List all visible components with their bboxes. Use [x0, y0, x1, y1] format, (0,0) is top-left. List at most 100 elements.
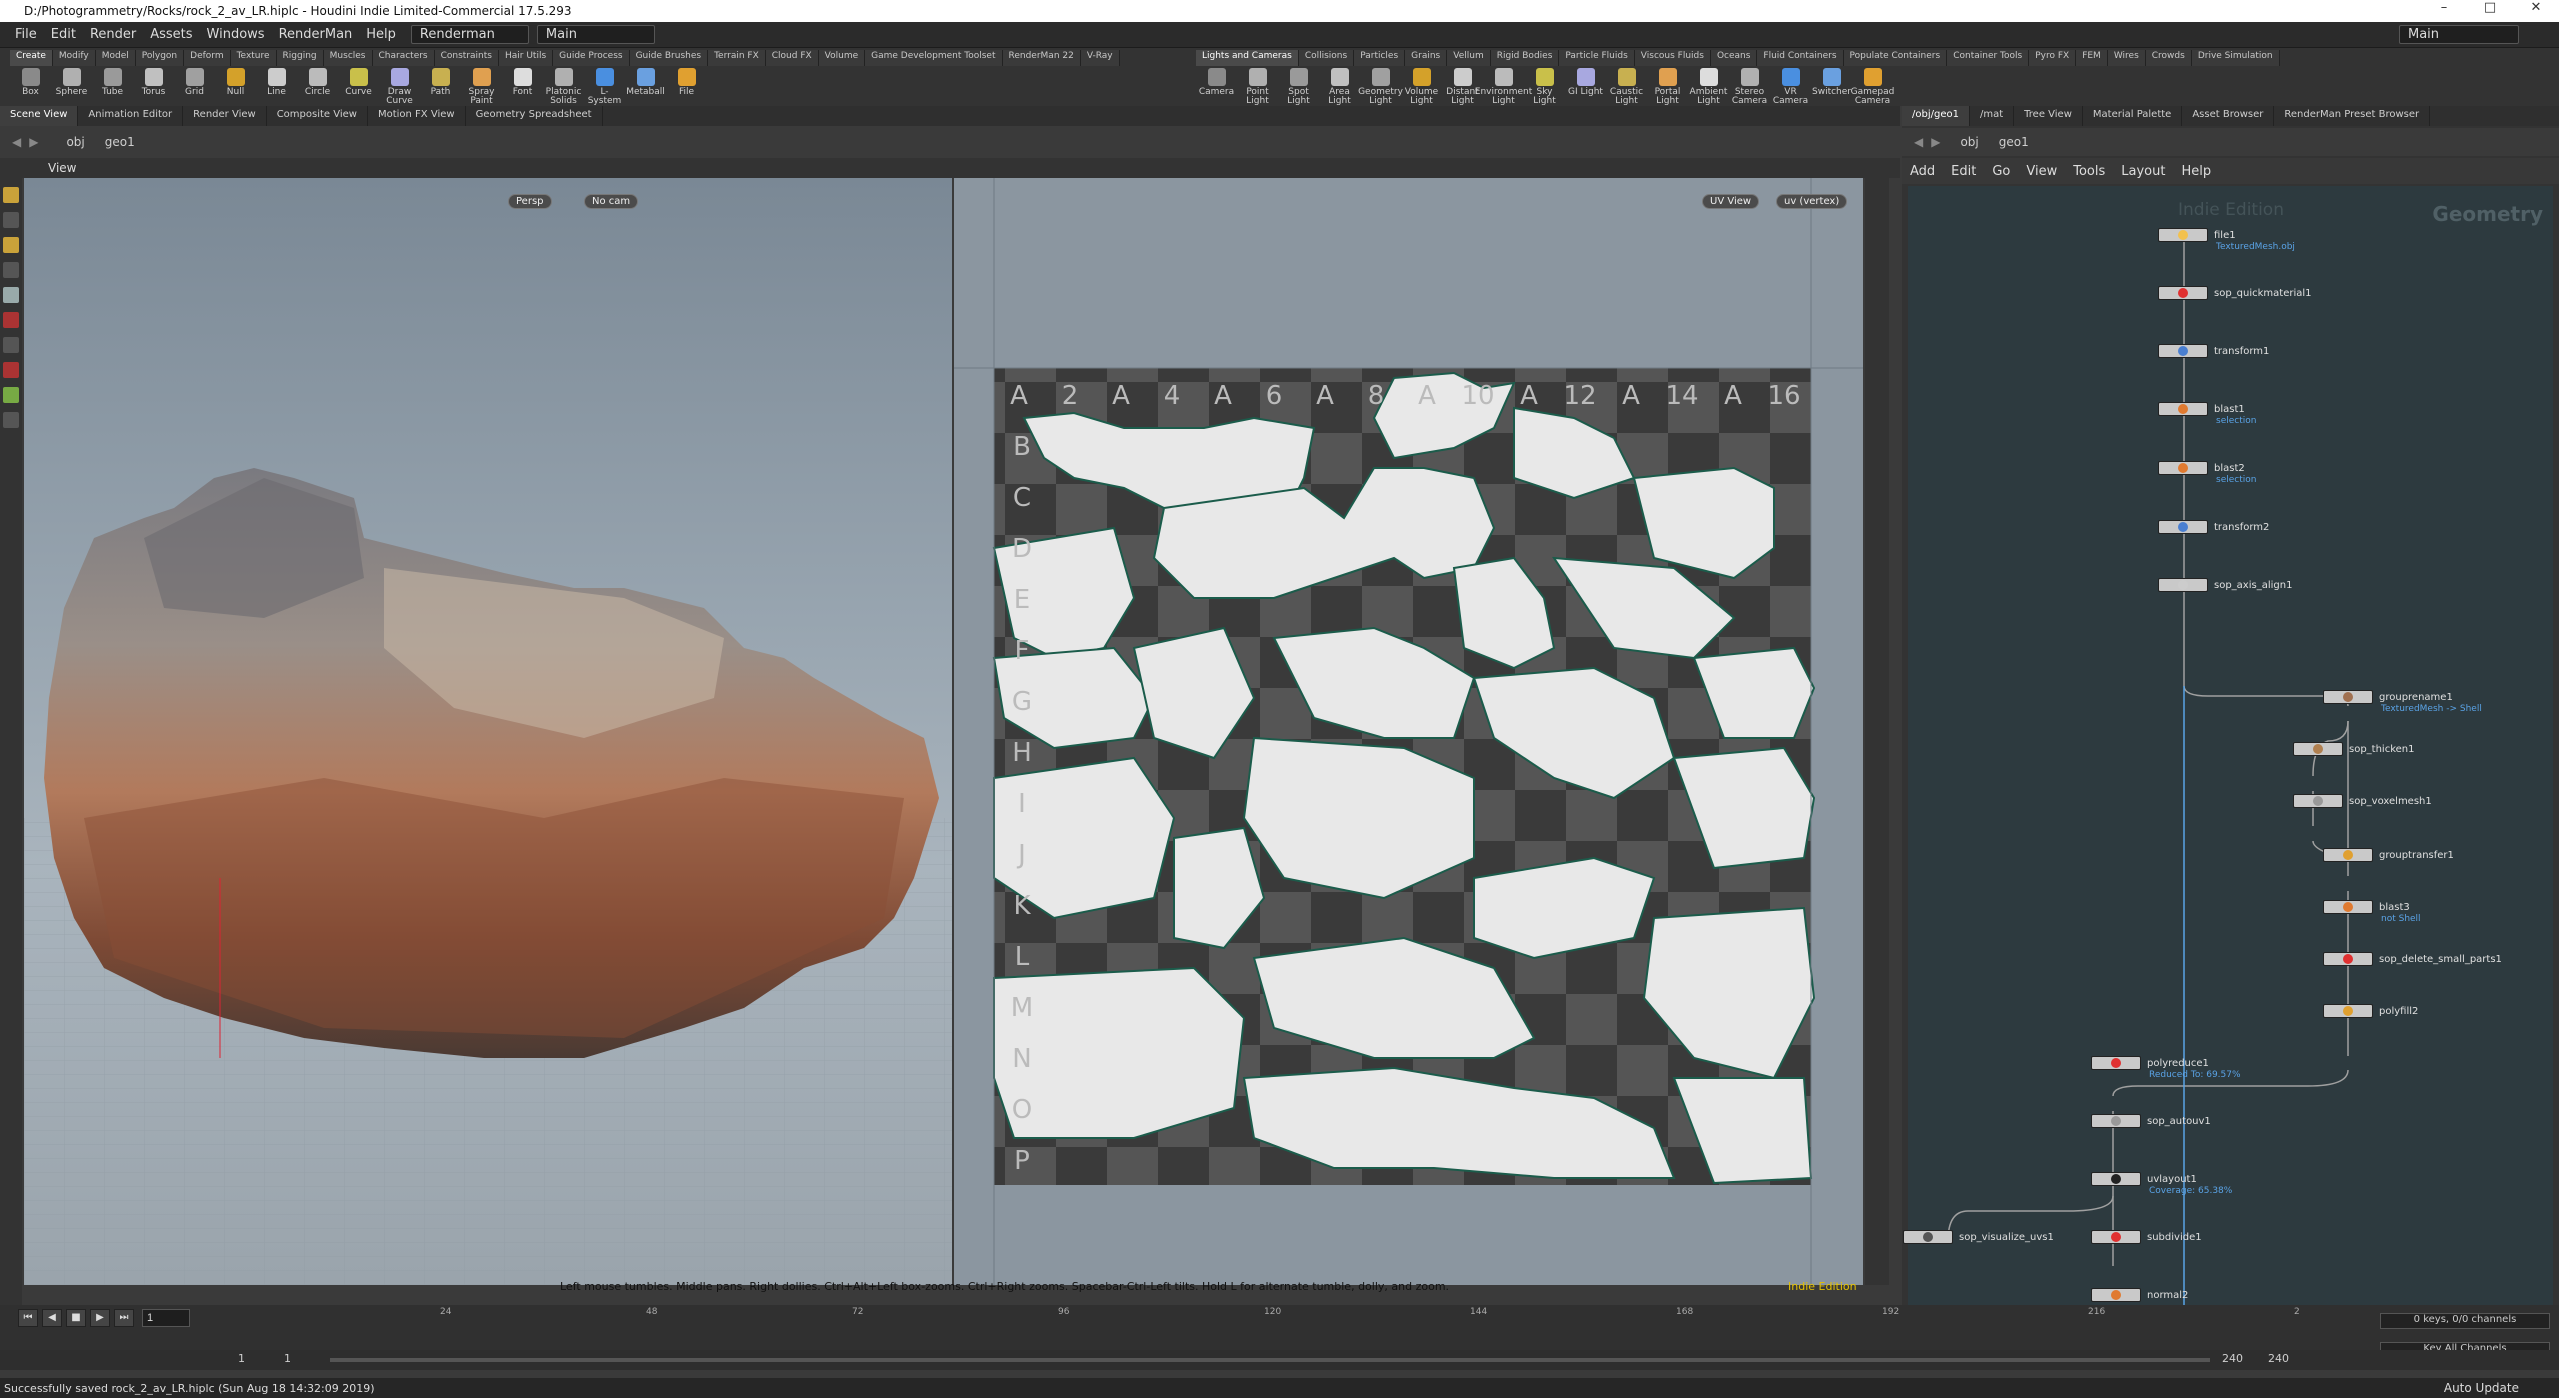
tab-material-palette[interactable]: Material Palette [2083, 106, 2183, 126]
timeline-ruler[interactable]: 24 48 72 96 120 144 168 192 216 2 [240, 1305, 2300, 1325]
shelf-tool-file[interactable]: File [666, 68, 707, 106]
node-transform1[interactable]: transform1 [2158, 344, 2269, 358]
node-sop-autouv1[interactable]: sop_autouv1 [2091, 1114, 2211, 1128]
shelf-tab-container-tools[interactable]: Container Tools [1947, 50, 2030, 66]
desktop-dropdown[interactable]: Renderman [410, 25, 529, 44]
node-body[interactable] [2091, 1056, 2141, 1070]
shelf-tool-grid[interactable]: Grid [174, 68, 215, 106]
close-icon[interactable]: ✕ [2513, 0, 2559, 15]
range-slider[interactable] [330, 1358, 2210, 1362]
shelf-tool-box[interactable]: Box [10, 68, 51, 106]
tab-mat[interactable]: /mat [1970, 106, 2015, 126]
node-body[interactable] [2091, 1288, 2141, 1302]
node-sop-visualize-uvs1[interactable]: sop_visualize_uvs1 [1903, 1230, 2054, 1244]
range-start[interactable]: 1 [238, 1352, 245, 1365]
menu-edit[interactable]: Edit [44, 27, 83, 42]
shelf-tool-environment-light[interactable]: Environment Light [1475, 68, 1532, 106]
shelf-tab-create[interactable]: Create [10, 50, 53, 66]
keys-status[interactable]: 0 keys, 0/0 channels [2380, 1313, 2550, 1329]
shelf-tool-gamepad-camera[interactable]: Gamepad Camera [1851, 68, 1894, 106]
shelf-tab-fluid-containers[interactable]: Fluid Containers [1757, 50, 1844, 66]
node-transform2[interactable]: transform2 [2158, 520, 2269, 534]
shelf-tab-deform[interactable]: Deform [184, 50, 231, 66]
tab-geometry-spreadsheet[interactable]: Geometry Spreadsheet [466, 106, 603, 126]
shelf-tab-viscous-fluids[interactable]: Viscous Fluids [1634, 50, 1711, 66]
node-blast2[interactable]: blast2 selection [2158, 461, 2256, 485]
shelf-tab-game-development-toolset[interactable]: Game Development Toolset [865, 50, 1003, 66]
magnet-tool-icon[interactable] [3, 362, 19, 378]
jump-end-icon[interactable]: ⏭ [114, 1309, 134, 1327]
node-sop-thicken1[interactable]: sop_thicken1 [2293, 742, 2415, 756]
uv-view-button[interactable]: UV View [1702, 194, 1760, 209]
frame-field[interactable] [142, 1309, 190, 1327]
node-body[interactable] [2091, 1172, 2141, 1186]
node-body[interactable] [2323, 1004, 2373, 1018]
net-menu-edit[interactable]: Edit [1943, 164, 1984, 179]
node-body[interactable] [2091, 1230, 2141, 1244]
node-sop-quickmaterial1[interactable]: sop_quickmaterial1 [2158, 286, 2312, 300]
shelf-tool-switcher[interactable]: Switcher [1811, 68, 1852, 106]
node-blast1[interactable]: blast1 selection [2158, 402, 2256, 426]
jump-start-icon[interactable]: ⏮ [18, 1309, 38, 1327]
node-polyfill2[interactable]: polyfill2 [2323, 1004, 2418, 1018]
handle-tool-icon[interactable] [3, 237, 19, 253]
perspective-viewport[interactable]: Persp No cam [24, 178, 952, 1285]
shelf-tool-l-system[interactable]: L-System [584, 68, 625, 106]
forward-icon[interactable]: ▶ [29, 135, 38, 149]
auto-update[interactable]: Auto Update [2444, 1381, 2519, 1395]
shelf-tab-collisions[interactable]: Collisions [1298, 50, 1355, 66]
shelf-tool-curve[interactable]: Curve [338, 68, 379, 106]
node-body[interactable] [2158, 520, 2208, 534]
shelf-tab-pyro-fx[interactable]: Pyro FX [2029, 50, 2077, 66]
shelf-tab-drive-simulation[interactable]: Drive Simulation [2191, 50, 2280, 66]
back-icon[interactable]: ◀ [12, 135, 21, 149]
persp-button[interactable]: Persp [508, 194, 552, 209]
camera-tool-icon[interactable] [3, 412, 19, 428]
shelf-tool-metaball[interactable]: Metaball [625, 68, 666, 106]
node-body[interactable] [2158, 578, 2208, 592]
snap-tool-icon[interactable] [3, 337, 19, 353]
node-uvlayout1[interactable]: uvlayout1 Coverage: 65.38% [2091, 1172, 2232, 1196]
menu-render[interactable]: Render [83, 27, 143, 42]
tab-animation-editor[interactable]: Animation Editor [78, 106, 184, 126]
play-icon[interactable]: ▶ [90, 1309, 110, 1327]
network-editor[interactable]: Indie Edition Geometry file1 TexturedMesh… [1903, 186, 2553, 1363]
menu-file[interactable]: File [8, 27, 44, 42]
node-body[interactable] [2293, 742, 2343, 756]
net-menu-view[interactable]: View [2018, 164, 2065, 179]
node-body[interactable] [2323, 900, 2373, 914]
node-blast3[interactable]: blast3 not Shell [2323, 900, 2421, 924]
stop-icon[interactable]: ■ [66, 1309, 86, 1327]
shelf-tab-particle-fluids[interactable]: Particle Fluids [1559, 50, 1635, 66]
uv-attribute-button[interactable]: uv (vertex) [1776, 194, 1848, 209]
shelf-tab-model[interactable]: Model [95, 50, 136, 66]
menu-assets[interactable]: Assets [143, 27, 199, 42]
node-body[interactable] [2158, 402, 2208, 416]
shelf-tool-null[interactable]: Null [215, 68, 256, 106]
net-back-icon[interactable]: ◀ [1914, 135, 1923, 149]
node-body[interactable] [2158, 344, 2208, 358]
path-obj[interactable]: obj [66, 135, 84, 149]
node-polyreduce1[interactable]: polyreduce1 Reduced To: 69.57% [2091, 1056, 2241, 1080]
node-body[interactable] [2091, 1114, 2141, 1128]
shelf-tab-polygon[interactable]: Polygon [135, 50, 185, 66]
step-back-icon[interactable]: ◀ [42, 1309, 62, 1327]
net-path-geo[interactable]: geo1 [1999, 135, 2029, 149]
move-tool-icon[interactable] [3, 212, 19, 228]
range-end[interactable]: 240 [2222, 1352, 2243, 1365]
shelf-tool-line[interactable]: Line [256, 68, 297, 106]
shelf-tool-gi-light[interactable]: GI Light [1565, 68, 1606, 106]
shelf-tool-stereo-camera[interactable]: Stereo Camera [1729, 68, 1770, 106]
net-menu-layout[interactable]: Layout [2113, 164, 2173, 179]
node-body[interactable] [2293, 794, 2343, 808]
shelf-tab-wires[interactable]: Wires [2107, 50, 2146, 66]
menu-renderman[interactable]: RenderMan [272, 27, 360, 42]
shelf-tool-torus[interactable]: Torus [133, 68, 174, 106]
node-body[interactable] [1903, 1230, 1953, 1244]
node-normal2[interactable]: normal2 [2091, 1288, 2188, 1302]
shelf-tool-sphere[interactable]: Sphere [51, 68, 92, 106]
no-cam-button[interactable]: No cam [584, 194, 639, 209]
shelf-tool-tube[interactable]: Tube [92, 68, 133, 106]
node-grouptransfer1[interactable]: grouptransfer1 [2323, 848, 2454, 862]
render-region-icon[interactable] [3, 387, 19, 403]
